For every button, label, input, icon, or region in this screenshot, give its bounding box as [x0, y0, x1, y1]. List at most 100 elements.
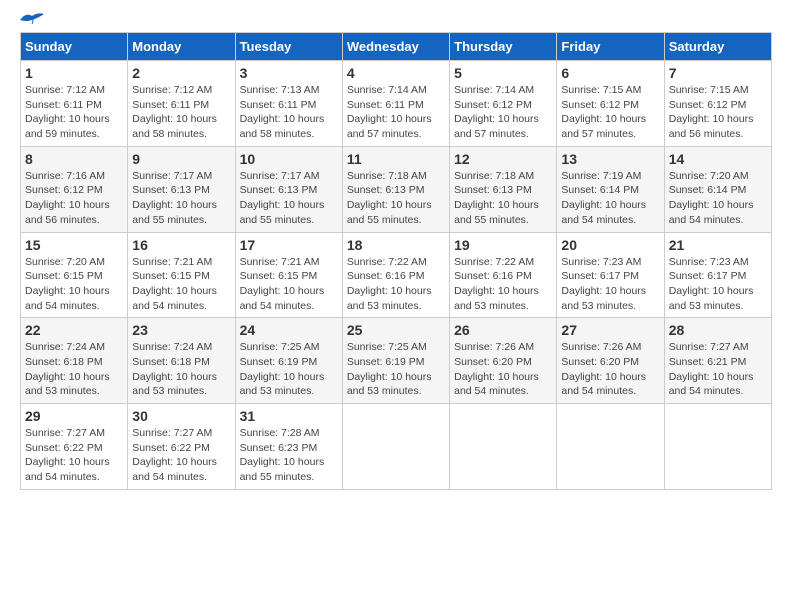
day-detail: Sunrise: 7:21 AM Sunset: 6:15 PM Dayligh…: [240, 255, 338, 314]
calendar-cell: 25 Sunrise: 7:25 AM Sunset: 6:19 PM Dayl…: [342, 318, 449, 404]
day-detail: Sunrise: 7:23 AM Sunset: 6:17 PM Dayligh…: [561, 255, 659, 314]
calendar-cell: 11 Sunrise: 7:18 AM Sunset: 6:13 PM Dayl…: [342, 146, 449, 232]
day-detail: Sunrise: 7:17 AM Sunset: 6:13 PM Dayligh…: [240, 169, 338, 228]
calendar-cell: 24 Sunrise: 7:25 AM Sunset: 6:19 PM Dayl…: [235, 318, 342, 404]
day-detail: Sunrise: 7:15 AM Sunset: 6:12 PM Dayligh…: [669, 83, 767, 142]
calendar-cell: 29 Sunrise: 7:27 AM Sunset: 6:22 PM Dayl…: [21, 404, 128, 490]
calendar-cell: 6 Sunrise: 7:15 AM Sunset: 6:12 PM Dayli…: [557, 61, 664, 147]
calendar-cell: 19 Sunrise: 7:22 AM Sunset: 6:16 PM Dayl…: [450, 232, 557, 318]
calendar-cell: 7 Sunrise: 7:15 AM Sunset: 6:12 PM Dayli…: [664, 61, 771, 147]
day-number: 12: [454, 151, 552, 167]
day-number: 10: [240, 151, 338, 167]
calendar-cell: 26 Sunrise: 7:26 AM Sunset: 6:20 PM Dayl…: [450, 318, 557, 404]
calendar-cell: [664, 404, 771, 490]
day-number: 11: [347, 151, 445, 167]
day-detail: Sunrise: 7:23 AM Sunset: 6:17 PM Dayligh…: [669, 255, 767, 314]
header: [20, 20, 772, 22]
day-detail: Sunrise: 7:26 AM Sunset: 6:20 PM Dayligh…: [454, 340, 552, 399]
day-detail: Sunrise: 7:25 AM Sunset: 6:19 PM Dayligh…: [240, 340, 338, 399]
calendar-cell: 30 Sunrise: 7:27 AM Sunset: 6:22 PM Dayl…: [128, 404, 235, 490]
day-number: 16: [132, 237, 230, 253]
day-detail: Sunrise: 7:21 AM Sunset: 6:15 PM Dayligh…: [132, 255, 230, 314]
day-detail: Sunrise: 7:19 AM Sunset: 6:14 PM Dayligh…: [561, 169, 659, 228]
day-number: 21: [669, 237, 767, 253]
day-number: 14: [669, 151, 767, 167]
day-detail: Sunrise: 7:25 AM Sunset: 6:19 PM Dayligh…: [347, 340, 445, 399]
day-number: 18: [347, 237, 445, 253]
calendar-cell: [557, 404, 664, 490]
day-number: 28: [669, 322, 767, 338]
weekday-header-monday: Monday: [128, 33, 235, 61]
calendar-cell: 2 Sunrise: 7:12 AM Sunset: 6:11 PM Dayli…: [128, 61, 235, 147]
calendar-cell: 27 Sunrise: 7:26 AM Sunset: 6:20 PM Dayl…: [557, 318, 664, 404]
calendar-cell: 3 Sunrise: 7:13 AM Sunset: 6:11 PM Dayli…: [235, 61, 342, 147]
day-number: 23: [132, 322, 230, 338]
weekday-header-thursday: Thursday: [450, 33, 557, 61]
calendar-cell: 5 Sunrise: 7:14 AM Sunset: 6:12 PM Dayli…: [450, 61, 557, 147]
day-number: 26: [454, 322, 552, 338]
calendar-week-3: 15 Sunrise: 7:20 AM Sunset: 6:15 PM Dayl…: [21, 232, 772, 318]
day-number: 17: [240, 237, 338, 253]
calendar-cell: 20 Sunrise: 7:23 AM Sunset: 6:17 PM Dayl…: [557, 232, 664, 318]
calendar-cell: 13 Sunrise: 7:19 AM Sunset: 6:14 PM Dayl…: [557, 146, 664, 232]
weekday-header-wednesday: Wednesday: [342, 33, 449, 61]
day-number: 7: [669, 65, 767, 81]
calendar-cell: 1 Sunrise: 7:12 AM Sunset: 6:11 PM Dayli…: [21, 61, 128, 147]
calendar-week-4: 22 Sunrise: 7:24 AM Sunset: 6:18 PM Dayl…: [21, 318, 772, 404]
calendar-cell: 31 Sunrise: 7:28 AM Sunset: 6:23 PM Dayl…: [235, 404, 342, 490]
calendar-week-1: 1 Sunrise: 7:12 AM Sunset: 6:11 PM Dayli…: [21, 61, 772, 147]
day-detail: Sunrise: 7:27 AM Sunset: 6:22 PM Dayligh…: [25, 426, 123, 485]
calendar-cell: 15 Sunrise: 7:20 AM Sunset: 6:15 PM Dayl…: [21, 232, 128, 318]
day-number: 24: [240, 322, 338, 338]
day-number: 22: [25, 322, 123, 338]
day-detail: Sunrise: 7:20 AM Sunset: 6:15 PM Dayligh…: [25, 255, 123, 314]
day-number: 3: [240, 65, 338, 81]
calendar-header-row: SundayMondayTuesdayWednesdayThursdayFrid…: [21, 33, 772, 61]
calendar-cell: 17 Sunrise: 7:21 AM Sunset: 6:15 PM Dayl…: [235, 232, 342, 318]
day-number: 19: [454, 237, 552, 253]
day-number: 27: [561, 322, 659, 338]
day-detail: Sunrise: 7:27 AM Sunset: 6:22 PM Dayligh…: [132, 426, 230, 485]
day-detail: Sunrise: 7:28 AM Sunset: 6:23 PM Dayligh…: [240, 426, 338, 485]
day-number: 25: [347, 322, 445, 338]
calendar-cell: 28 Sunrise: 7:27 AM Sunset: 6:21 PM Dayl…: [664, 318, 771, 404]
day-number: 29: [25, 408, 123, 424]
day-number: 9: [132, 151, 230, 167]
day-number: 1: [25, 65, 123, 81]
day-detail: Sunrise: 7:26 AM Sunset: 6:20 PM Dayligh…: [561, 340, 659, 399]
calendar-cell: 21 Sunrise: 7:23 AM Sunset: 6:17 PM Dayl…: [664, 232, 771, 318]
weekday-header-sunday: Sunday: [21, 33, 128, 61]
day-detail: Sunrise: 7:18 AM Sunset: 6:13 PM Dayligh…: [454, 169, 552, 228]
day-number: 20: [561, 237, 659, 253]
calendar-week-2: 8 Sunrise: 7:16 AM Sunset: 6:12 PM Dayli…: [21, 146, 772, 232]
day-number: 15: [25, 237, 123, 253]
weekday-header-friday: Friday: [557, 33, 664, 61]
calendar-cell: 8 Sunrise: 7:16 AM Sunset: 6:12 PM Dayli…: [21, 146, 128, 232]
day-detail: Sunrise: 7:16 AM Sunset: 6:12 PM Dayligh…: [25, 169, 123, 228]
day-detail: Sunrise: 7:18 AM Sunset: 6:13 PM Dayligh…: [347, 169, 445, 228]
calendar-cell: 12 Sunrise: 7:18 AM Sunset: 6:13 PM Dayl…: [450, 146, 557, 232]
calendar-cell: 18 Sunrise: 7:22 AM Sunset: 6:16 PM Dayl…: [342, 232, 449, 318]
calendar-cell: 14 Sunrise: 7:20 AM Sunset: 6:14 PM Dayl…: [664, 146, 771, 232]
weekday-header-tuesday: Tuesday: [235, 33, 342, 61]
calendar-cell: [450, 404, 557, 490]
day-number: 2: [132, 65, 230, 81]
day-detail: Sunrise: 7:22 AM Sunset: 6:16 PM Dayligh…: [454, 255, 552, 314]
day-detail: Sunrise: 7:22 AM Sunset: 6:16 PM Dayligh…: [347, 255, 445, 314]
day-number: 8: [25, 151, 123, 167]
day-detail: Sunrise: 7:14 AM Sunset: 6:11 PM Dayligh…: [347, 83, 445, 142]
day-number: 30: [132, 408, 230, 424]
day-detail: Sunrise: 7:14 AM Sunset: 6:12 PM Dayligh…: [454, 83, 552, 142]
calendar-cell: [342, 404, 449, 490]
calendar-body: 1 Sunrise: 7:12 AM Sunset: 6:11 PM Dayli…: [21, 61, 772, 490]
day-detail: Sunrise: 7:12 AM Sunset: 6:11 PM Dayligh…: [132, 83, 230, 142]
calendar-cell: 4 Sunrise: 7:14 AM Sunset: 6:11 PM Dayli…: [342, 61, 449, 147]
day-number: 31: [240, 408, 338, 424]
calendar-cell: 22 Sunrise: 7:24 AM Sunset: 6:18 PM Dayl…: [21, 318, 128, 404]
calendar-table: SundayMondayTuesdayWednesdayThursdayFrid…: [20, 32, 772, 490]
day-detail: Sunrise: 7:24 AM Sunset: 6:18 PM Dayligh…: [25, 340, 123, 399]
day-number: 13: [561, 151, 659, 167]
day-detail: Sunrise: 7:24 AM Sunset: 6:18 PM Dayligh…: [132, 340, 230, 399]
day-detail: Sunrise: 7:27 AM Sunset: 6:21 PM Dayligh…: [669, 340, 767, 399]
logo-bird-icon: [18, 10, 46, 28]
